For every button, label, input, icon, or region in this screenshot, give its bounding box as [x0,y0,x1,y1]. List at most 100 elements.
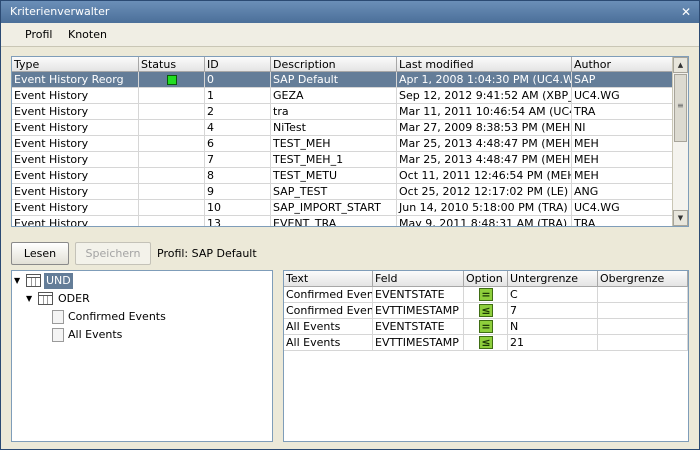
column-header-id[interactable]: ID [205,57,271,72]
cell-modified: Mar 25, 2013 4:48:47 PM (MEH) [397,152,572,168]
cell-description: SAP_IMPORT_START [271,200,397,216]
cell-option: = [464,287,508,303]
table-scrollbar[interactable]: ▲ ≡ ▼ [672,57,688,226]
menu-profil[interactable]: Profil [25,28,52,42]
cell-description: GEZA [271,88,397,104]
equals-icon[interactable]: = [479,320,493,333]
table-row[interactable]: Event History 1 GEZA Sep 12, 2012 9:41:52 A… [12,88,673,104]
criteria-table: Text Feld Option Untergrenze Obergrenze … [283,270,689,442]
column-header-status[interactable]: Status [139,57,205,72]
cell-description: SAP_TEST [271,184,397,200]
table-row[interactable]: Event History Reorg 0 SAP Default Apr 1, 20… [12,72,673,88]
cell-description: TEST_MEH_1 [271,152,397,168]
grip-icon: ≡ [677,101,684,110]
cell-status [139,168,205,184]
column-header-option[interactable]: Option [464,271,508,287]
scroll-thumb[interactable]: ≡ [674,74,687,142]
less-equal-icon[interactable]: ≤ [479,304,493,317]
table-header: Type Status ID Description Last modified… [12,57,673,72]
cell-modified: May 9, 2011 8:48:31 AM (TRA) [397,216,572,226]
less-equal-icon[interactable]: ≤ [479,336,493,349]
cell-status [139,120,205,136]
cell-status [139,216,205,226]
cell-status [139,72,205,88]
tree-node-oder[interactable]: ▼ ODER [26,291,226,307]
column-header-last-modified[interactable]: Last modified [397,57,572,72]
cell-type: Event History [12,200,139,216]
criteria-row[interactable]: Confirmed EventsEVTTIMESTAMP ≤7 [284,303,688,319]
expand-arrow-icon[interactable]: ▼ [14,273,24,289]
cell-lower: 7 [508,303,598,319]
cell-type: Event History [12,136,139,152]
cell-status [139,184,205,200]
cell-id: 2 [205,104,271,120]
cell-text: Confirmed Events [284,287,373,303]
cell-description: TEST_MEH [271,136,397,152]
table-icon [26,274,41,287]
menu-bar: Profil Knoten [1,23,699,47]
scroll-down-icon[interactable]: ▼ [673,210,688,226]
cell-upper [598,335,688,351]
save-button[interactable]: Speichern [75,242,151,265]
cell-description: EVENT_TRA [271,216,397,226]
table-row[interactable]: Event History 4 NiTest Mar 27, 2009 8:38:53… [12,120,673,136]
scroll-up-icon[interactable]: ▲ [673,57,688,73]
criteria-row[interactable]: All Events EVENTSTATE = N [284,319,688,335]
column-header-untergrenze[interactable]: Untergrenze [508,271,598,287]
table-row[interactable]: Event History 10 SAP_IMPORT_START Jun 14, 2… [12,200,673,216]
title-bar[interactable]: Kriterienverwalter ✕ [1,1,699,23]
column-header-obergrenze[interactable]: Obergrenze [598,271,688,287]
cell-status [139,104,205,120]
tree-leaf-confirmed-events[interactable]: Confirmed Events [52,309,252,325]
cell-modified: Mar 11, 2011 10:46:54 AM (UC4.... [397,104,572,120]
cell-author: MEH [572,152,673,168]
cell-id: 13 [205,216,271,226]
cell-status [139,152,205,168]
table-row[interactable]: Event History 13 EVENT_TRA May 9, 2011 8:48… [12,216,673,226]
table-row[interactable]: Event History 7 TEST_MEH_1 Mar 25, 2013 4:4… [12,152,673,168]
column-header-type[interactable]: Type [12,57,139,72]
criteria-row[interactable]: Confirmed EventsEVENTSTATE = C [284,287,688,303]
read-button[interactable]: Lesen [11,242,69,265]
column-header-author[interactable]: Author [572,57,673,72]
tree-node-label: Confirmed Events [68,310,166,323]
column-header-description[interactable]: Description [271,57,397,72]
table-row[interactable]: Event History 9 SAP_TEST Oct 25, 2012 12:17… [12,184,673,200]
table-row[interactable]: Event History 2 tra Mar 11, 2011 10:46:54 A… [12,104,673,120]
cell-field: EVTTIMESTAMP [373,303,464,319]
table-icon [38,292,53,305]
criteria-tree: ▼ UND ▼ ODER Confirmed Events All Events [11,270,273,442]
expand-arrow-icon[interactable]: ▼ [26,291,36,307]
cell-type: Event History [12,88,139,104]
cell-description: SAP Default [271,72,397,88]
cell-author: MEH [572,168,673,184]
cell-id: 9 [205,184,271,200]
column-header-text[interactable]: Text [284,271,373,287]
table-row[interactable]: Event History 6 TEST_MEH Mar 25, 2013 4:48:… [12,136,673,152]
document-icon [52,328,64,342]
close-icon[interactable]: ✕ [679,5,693,19]
table-body: Event History Reorg 0 SAP Default Apr 1, 20… [12,72,673,226]
tree-node-label: UND [44,273,73,289]
tree-node-und[interactable]: ▼ UND [14,273,214,289]
cell-lower: N [508,319,598,335]
document-icon [52,310,64,324]
cell-status [139,200,205,216]
tree-leaf-all-events[interactable]: All Events [52,327,252,343]
cell-status [139,88,205,104]
cell-text: All Events [284,335,373,351]
tree-node-label: All Events [68,328,123,341]
criteria-row[interactable]: All Events EVTTIMESTAMP ≤21 [284,335,688,351]
cell-status [139,136,205,152]
profile-table: Type Status ID Description Last modified… [11,56,689,227]
cell-text: All Events [284,319,373,335]
tree-node-label: ODER [58,292,90,305]
cell-upper [598,319,688,335]
menu-knoten[interactable]: Knoten [68,28,107,42]
cell-field: EVENTSTATE [373,319,464,335]
cell-type: Event History [12,168,139,184]
table-row[interactable]: Event History 8 TEST_METU Oct 11, 2011 12:4… [12,168,673,184]
cell-id: 1 [205,88,271,104]
column-header-feld[interactable]: Feld [373,271,464,287]
equals-icon[interactable]: = [479,288,493,301]
